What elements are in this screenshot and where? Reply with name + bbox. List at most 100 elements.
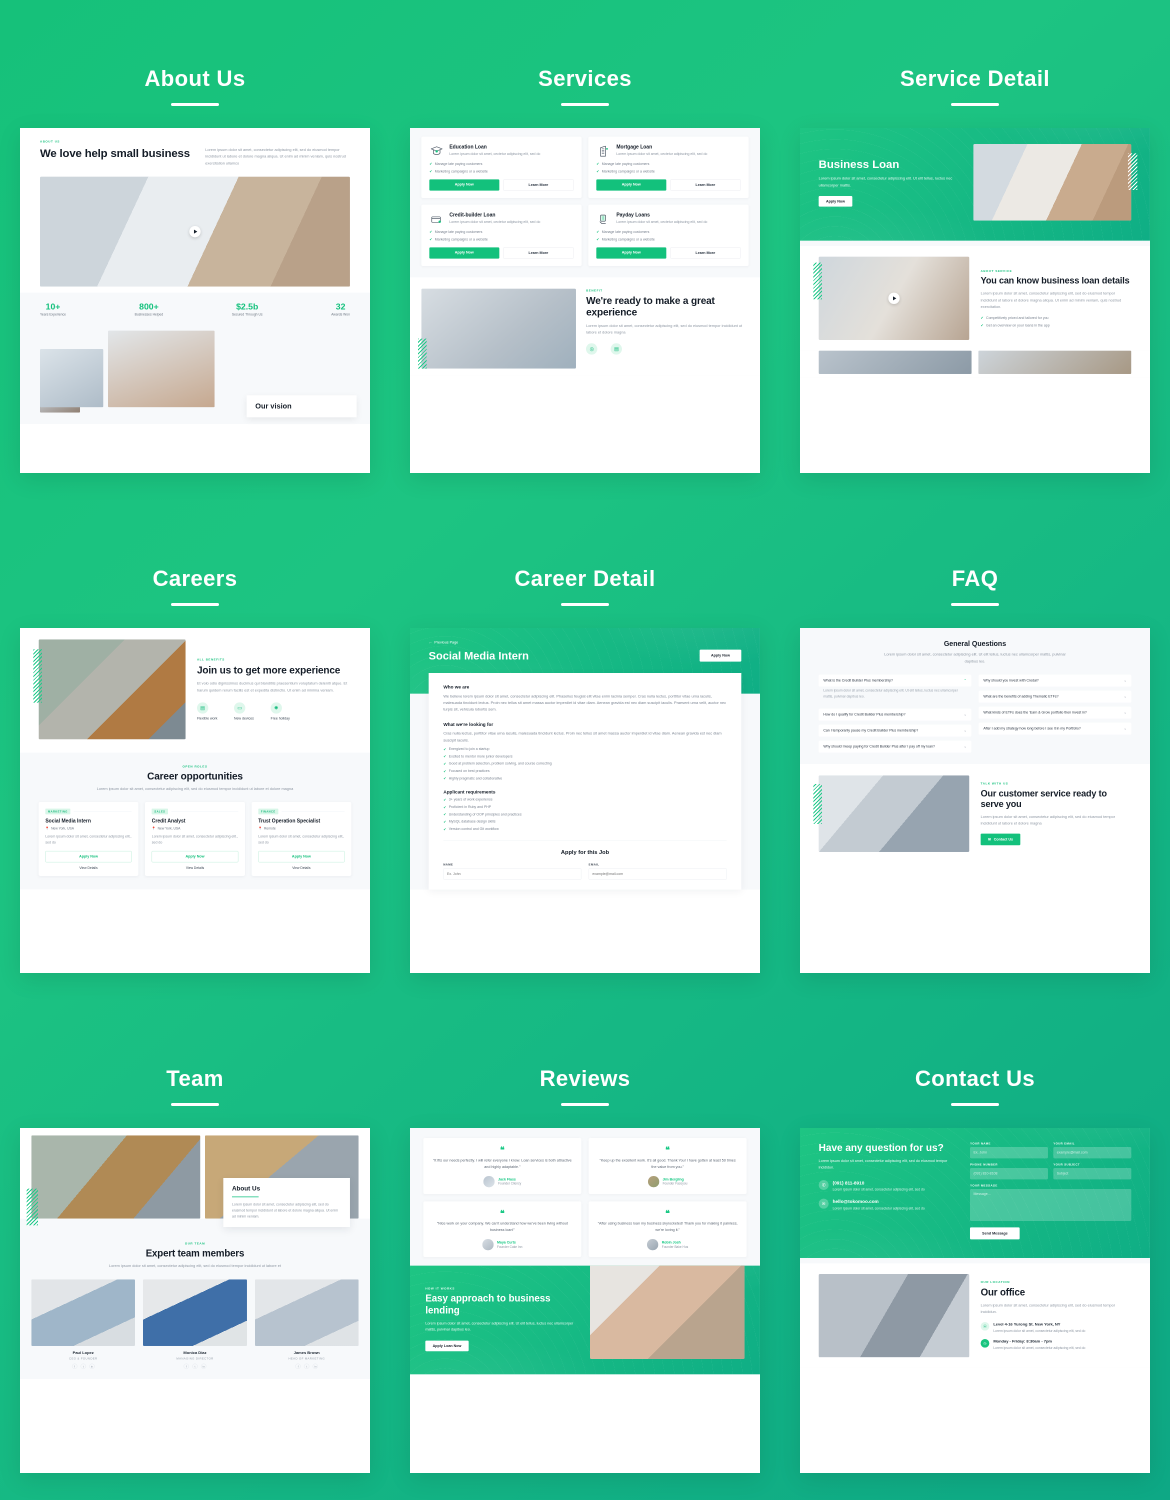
apply-now-button[interactable]: Apply Now (699, 649, 742, 662)
apply-now-button[interactable]: Apply Now (818, 196, 853, 207)
preview-career-detail: Career Detail ← Previous Page Social Medi… (390, 500, 780, 1000)
stat-item: 32 Awards Won (331, 301, 350, 317)
review-quote: "Nice work on your company. We can't und… (436, 1221, 568, 1233)
service-card[interactable]: Payday Loans Lorem ipsum dolor sit amet,… (588, 204, 749, 266)
feature-row: ✔ Marketing campaigns or a website (429, 169, 488, 174)
gallery-image (818, 350, 972, 374)
role-card[interactable]: SALES Credit Analyst 📍 New York, USA Lore… (145, 801, 245, 877)
team-member[interactable]: Monica Diaz MANAGING DIRECTOR f t in (143, 1279, 247, 1370)
career-detail-card[interactable]: ← Previous Page Social Media Intern Apply… (410, 628, 760, 973)
linkedin-icon[interactable]: in (200, 1363, 207, 1370)
shield-icon: ◎ (586, 343, 598, 355)
previous-page-link[interactable]: ← Previous Page (429, 641, 742, 645)
member-photo (254, 1279, 359, 1347)
subject-input[interactable] (1053, 1167, 1132, 1180)
faq-item[interactable]: What are the benefits of adding Thematic… (978, 690, 1132, 703)
learn-more-button[interactable]: Learn More (503, 247, 574, 259)
preview-faq: FAQ General Questions Lorem ipsum dolor … (780, 500, 1170, 1000)
faq-question: Why should I keep paying for Credit Buil… (823, 744, 935, 749)
services-card[interactable]: Education Loan Lorem ipsum dolor sit ame… (410, 128, 760, 473)
linkedin-icon[interactable]: in (312, 1363, 319, 1370)
about-gallery-image (39, 349, 104, 408)
faq-item[interactable]: Why should you invest with Credai? ⌄ (978, 674, 1132, 687)
facebook-icon[interactable]: f (295, 1363, 301, 1370)
contact-us-button[interactable]: ✉ Contact Us (980, 833, 1021, 846)
looking-item: ✔ Focused on best practices (443, 769, 490, 774)
service-detail-card[interactable]: Business Loan Lorem ipsum dolor sit amet… (800, 128, 1150, 473)
learn-more-button[interactable]: Learn More (670, 247, 741, 259)
member-name: James Brown (293, 1350, 320, 1356)
apply-now-button[interactable]: Apply Now (151, 851, 239, 863)
apply-now-button[interactable]: Apply Now (596, 247, 667, 259)
apply-now-button[interactable]: Apply Now (45, 851, 132, 863)
learn-more-button[interactable]: Learn More (503, 179, 574, 191)
learn-more-button[interactable]: Learn More (670, 179, 741, 191)
section-title-faq: FAQ (951, 566, 999, 591)
email-input[interactable] (588, 868, 727, 880)
apply-now-button[interactable]: Apply Now (429, 247, 500, 259)
graduation-cap-icon (430, 146, 443, 155)
twitter-icon[interactable]: t (80, 1363, 86, 1370)
clock-icon: ◷ (980, 1338, 990, 1348)
service-card[interactable]: Mortgage Loan Lorem ipsum dolor sit amet… (588, 136, 749, 198)
name-input[interactable] (970, 1146, 1049, 1159)
role-card[interactable]: FINANCE Trust Operation Specialist 📍 Remo… (251, 801, 352, 877)
send-message-button[interactable]: Send Message (970, 1227, 1020, 1240)
office-paragraph: Lorem ipsum dolor sit amet, consectetur … (980, 1303, 1116, 1315)
phone-input[interactable] (970, 1167, 1049, 1180)
view-details-link[interactable]: View Details (45, 866, 131, 870)
careers-eyebrow: ALL BENEFITS (196, 658, 225, 662)
apply-now-button[interactable]: Apply Now (258, 851, 345, 863)
service-desc: Lorem ipsum dolor sit amet, cectetur adi… (449, 219, 541, 224)
faq-item[interactable]: After I add my strategy how long before … (978, 722, 1132, 735)
service-card[interactable]: Credit-builder Loan Lorem ipsum dolor si… (421, 204, 582, 266)
careers-card[interactable]: ALL BENEFITS Join us to get more experie… (20, 628, 370, 973)
faq-question: Can I temporarily pause my Credit Builde… (823, 728, 919, 733)
twitter-icon[interactable]: t (192, 1363, 198, 1370)
about-us-card[interactable]: ABOUT US We love help small business Lor… (20, 128, 370, 473)
cta-eyebrow: TALK WITH US (980, 782, 1009, 786)
faq-item[interactable]: How do I qualify for Credit Builder Plus… (818, 708, 972, 721)
check-icon: ✔ (443, 812, 447, 817)
faq-item[interactable]: Can I temporarily pause my Credit Builde… (818, 724, 972, 737)
contact-us-card[interactable]: Have any question for us? Lorem ipsum do… (800, 1128, 1150, 1473)
linkedin-icon[interactable]: in (89, 1363, 95, 1370)
apply-now-button[interactable]: Apply Now (429, 179, 500, 191)
detail-eyebrow: ABOUT SERVICE (980, 269, 1013, 273)
check-icon: ✔ (429, 161, 433, 166)
service-card[interactable]: Education Loan Lorem ipsum dolor sit ame… (421, 136, 582, 198)
team-member[interactable]: Paul Lopez CEO & FOUNDER f t in (31, 1279, 136, 1370)
contact-heading: Have any question for us? (818, 1142, 944, 1154)
title-underline (171, 1103, 219, 1106)
facebook-icon[interactable]: f (183, 1363, 189, 1370)
faq-item[interactable]: What is the Credit Builder Plus membersh… (818, 674, 972, 705)
looking-item: ✔ Energized to join a startup (443, 747, 490, 752)
title-underline (561, 603, 609, 606)
name-input[interactable] (443, 868, 582, 880)
check-icon: ✔ (596, 229, 600, 234)
view-details-link[interactable]: View Details (152, 866, 238, 870)
message-textarea[interactable] (970, 1188, 1132, 1221)
email-input[interactable] (1053, 1146, 1132, 1159)
chevron-down-icon: ⌄ (963, 744, 967, 749)
faq-item[interactable]: Why should I keep paying for Credit Buil… (818, 740, 972, 753)
role-card[interactable]: MARKETING Social Media Intern 📍 New York,… (38, 801, 139, 877)
feature-row: ✔ Manage late paying customers (429, 161, 483, 166)
stripe-decoration (813, 784, 822, 825)
facebook-icon[interactable]: f (71, 1363, 78, 1370)
office-hours: Monday - Friday: 8:30am - 7pm (993, 1338, 1052, 1344)
team-member[interactable]: James Brown HEAD OF MARKETING f t in (254, 1279, 359, 1370)
apply-now-button[interactable]: Apply Now (596, 179, 667, 191)
apply-loan-button[interactable]: Apply Loan Now (425, 1340, 469, 1352)
twitter-icon[interactable]: t (304, 1363, 310, 1370)
office-hours-row: ◷ Monday - Friday: 8:30am - 7pm Lorem ip… (980, 1338, 1132, 1351)
view-details-link[interactable]: View Details (258, 866, 344, 870)
faq-card[interactable]: General Questions Lorem ipsum dolor sit … (800, 628, 1150, 973)
play-button[interactable] (189, 226, 201, 238)
faq-item[interactable]: What kinds of ETFs does the 'Earn & Grow… (978, 706, 1132, 719)
play-button[interactable] (888, 292, 900, 304)
office-heading: Our office (980, 1286, 1025, 1298)
service-desc: Lorem ipsum dolor sit amet, cectetur adi… (449, 151, 541, 156)
team-card[interactable]: About Us Lorem ipsum dolor sit amet, con… (20, 1128, 370, 1473)
reviews-card[interactable]: ❝ "It fits our needs perfectly. I will r… (410, 1128, 760, 1473)
